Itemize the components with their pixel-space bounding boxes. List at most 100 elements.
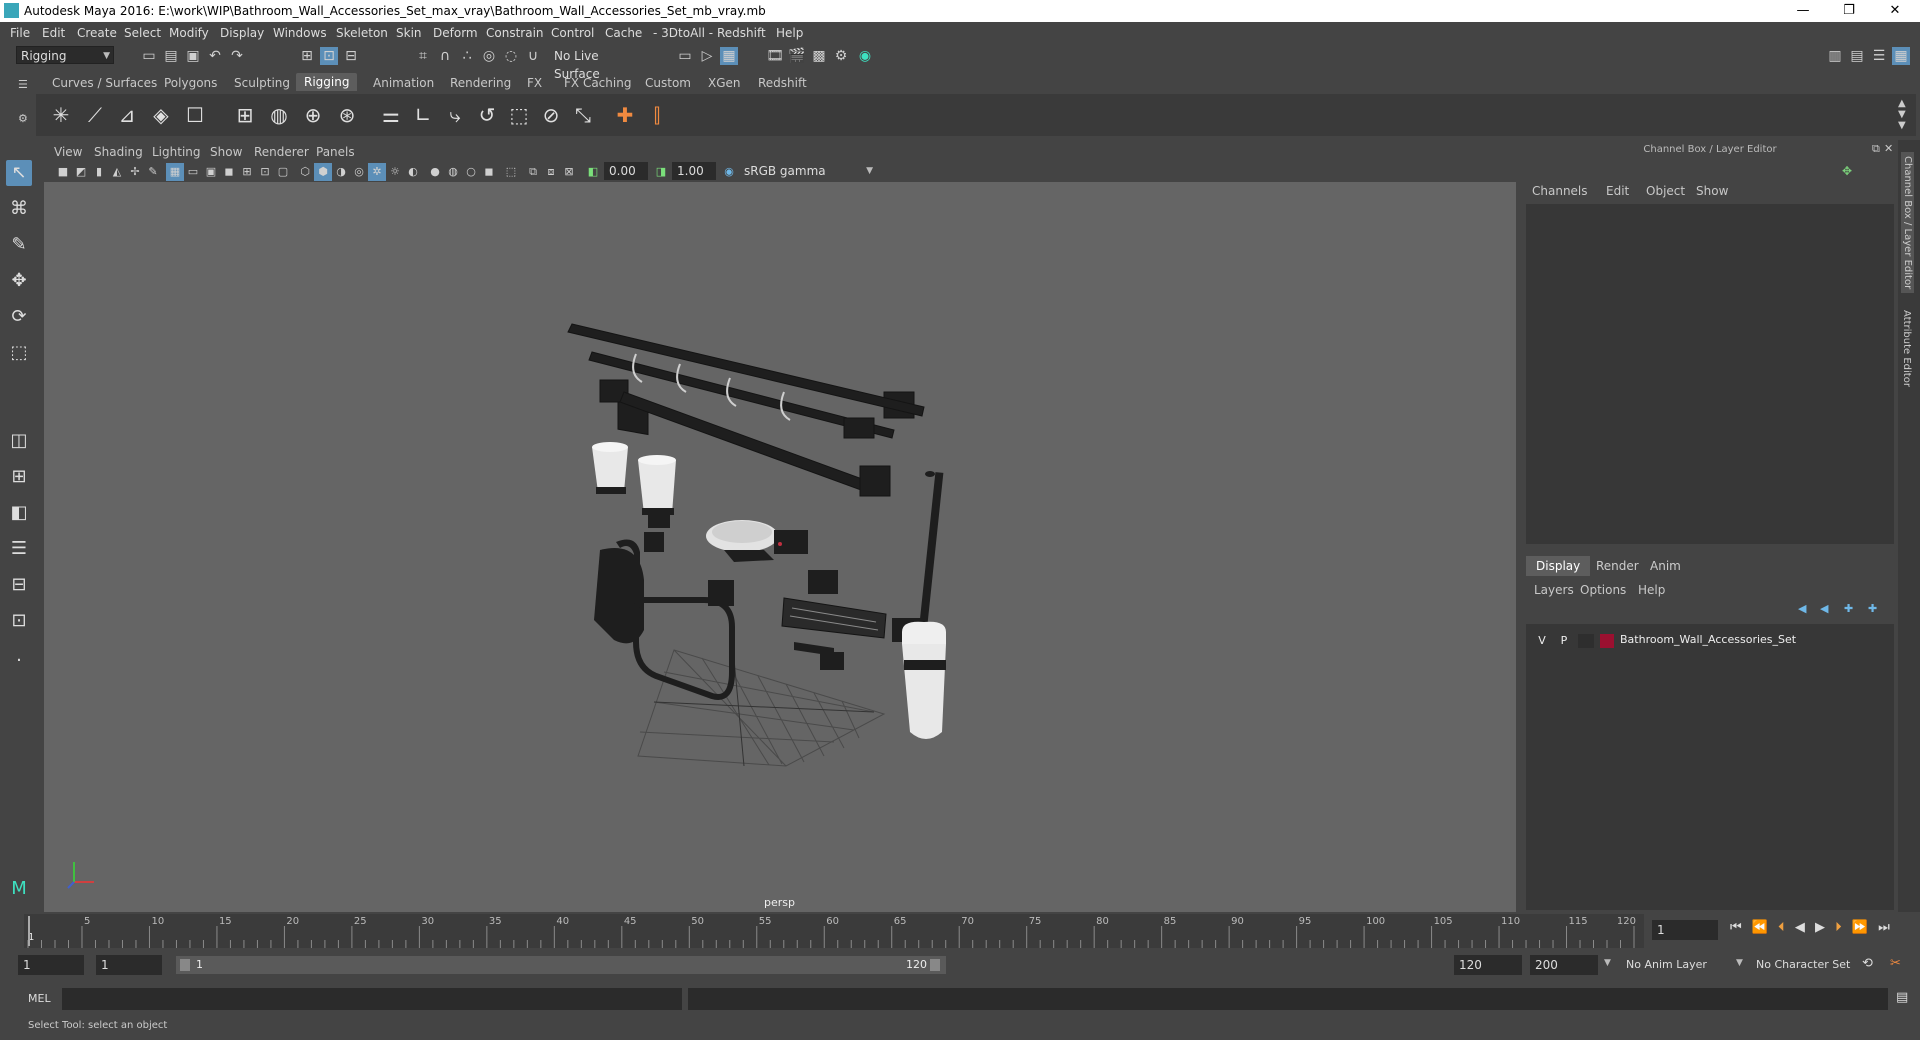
pole-vector-icon[interactable]: ⤡ [568, 100, 598, 130]
xray-joints-icon[interactable]: ⧉ [524, 163, 542, 181]
menu-help[interactable]: Help [776, 26, 803, 40]
resolution-gate-icon[interactable]: ▣ [202, 163, 220, 181]
select-hierarchy-icon[interactable]: ⊞ [298, 47, 316, 65]
use-all-lights-icon[interactable]: ✲ [368, 163, 386, 181]
safe-title-icon[interactable]: ▢ [274, 163, 292, 181]
live-surface-field[interactable]: No Live Surface [550, 47, 646, 81]
add-influence-icon[interactable]: ✚ [610, 100, 640, 130]
hik-character-icon[interactable]: ☐ [180, 100, 210, 130]
menu-redshift[interactable]: Redshift [717, 26, 766, 40]
restore-button[interactable]: ❐ [1826, 0, 1872, 22]
wrap-icon[interactable]: ⊕ [298, 100, 328, 130]
smooth-shade-icon[interactable]: ⬢ [314, 163, 332, 181]
tab-display-layers[interactable]: Display [1526, 556, 1591, 576]
prev-key-icon[interactable]: ⏴ [1778, 920, 1785, 935]
snap-grid-icon[interactable]: ⌗ [414, 47, 432, 65]
wireframe-on-shaded-icon[interactable]: ◑ [332, 163, 350, 181]
shelf-scroll-arrows-icon[interactable]: ▲ ▼ ▼ [1898, 98, 1906, 131]
panel-menu-renderer[interactable]: Renderer [254, 145, 309, 159]
single-pane-layout-icon[interactable]: ◫ [6, 428, 32, 454]
menu-create[interactable]: Create [77, 26, 117, 40]
move-tool-icon[interactable]: ✥ [6, 268, 32, 294]
close-button[interactable]: ✕ [1872, 0, 1918, 22]
tab-xgen[interactable]: XGen [708, 76, 741, 90]
float-panel-icon[interactable]: ⧉ [1872, 142, 1880, 156]
new-layer-selected-icon[interactable]: ✚ [1868, 602, 1877, 615]
aim-constraint-icon[interactable]: ⊘ [536, 100, 566, 130]
parent-constraint-icon[interactable]: ∟ [408, 100, 438, 130]
le-menu-options[interactable]: Options [1580, 583, 1626, 597]
open-scene-icon[interactable]: ▤ [162, 47, 180, 65]
tab-fx[interactable]: FX [527, 76, 542, 90]
layout-options-icon[interactable]: · [6, 648, 32, 674]
cb-menu-channels[interactable]: Channels [1532, 184, 1588, 198]
2d-pan-zoom-icon[interactable]: ✢ [126, 163, 144, 181]
xray-active-icon[interactable]: ⧈ [542, 163, 560, 181]
xray-icon[interactable]: ⬚ [502, 163, 520, 181]
close-panel-icon[interactable]: ✕ [1884, 142, 1893, 155]
tab-sculpting[interactable]: Sculpting [234, 76, 290, 90]
tab-animation[interactable]: Animation [373, 76, 434, 90]
scale-constraint-icon[interactable]: ⬚ [504, 100, 534, 130]
motion-blur-icon[interactable]: ● [426, 163, 444, 181]
snap-point-icon[interactable]: ∴ [458, 47, 476, 65]
snap-surface-icon[interactable]: ◌ [502, 47, 520, 65]
menu-skeleton[interactable]: Skeleton [336, 26, 388, 40]
anim-layer-label[interactable]: No Anim Layer [1626, 958, 1707, 971]
ipr-render-icon[interactable]: ▩ [810, 47, 828, 65]
auto-key-icon[interactable]: ⟲ [1862, 956, 1873, 971]
select-component-icon[interactable]: ⊟ [342, 47, 360, 65]
mode-selector[interactable]: Rigging ▼ [16, 46, 114, 64]
exposure-field[interactable]: 0.00 [604, 162, 648, 180]
side-tab-attribute-editor[interactable]: Attribute Editor [1901, 310, 1912, 387]
menu-display[interactable]: Display [220, 26, 264, 40]
anti-aliasing-icon[interactable]: ◍ [444, 163, 462, 181]
ik-handle-icon[interactable]: ⟋ [80, 100, 110, 130]
tab-fx-caching[interactable]: FX Caching [564, 76, 631, 90]
menu-edit[interactable]: Edit [42, 26, 65, 40]
layer-playback-toggle[interactable]: P [1556, 634, 1572, 647]
output-ops-icon[interactable]: ▷ [698, 47, 716, 65]
joint-tool-icon[interactable]: ✳ [46, 100, 76, 130]
lasso-tool-icon[interactable]: ⌘ [6, 196, 32, 222]
command-input[interactable] [62, 988, 682, 1010]
render-current-icon[interactable]: 🎬 [788, 47, 806, 65]
new-layer-icon[interactable]: ✚ [1844, 602, 1853, 615]
modeling-toolkit-icon[interactable]: ▥ [1826, 47, 1844, 65]
cb-menu-object[interactable]: Object [1646, 184, 1685, 198]
field-chart-icon[interactable]: ⊞ [238, 163, 256, 181]
cb-menu-edit[interactable]: Edit [1606, 184, 1629, 198]
menu-select[interactable]: Select [124, 26, 161, 40]
layer-color-swatch[interactable] [1600, 634, 1614, 648]
time-slider[interactable]: 5 10 15 20 25 30 35 40 45 50 55 60 65 70 75 80 85 90 95 100… [24, 914, 1644, 948]
animation-start-field[interactable]: 1 [18, 955, 84, 975]
menu-modify[interactable]: Modify [169, 26, 209, 40]
tab-rendering[interactable]: Rendering [450, 76, 511, 90]
blend-shape-icon[interactable]: ⊛ [332, 100, 362, 130]
range-end-handle[interactable] [930, 959, 940, 971]
film-gate-icon[interactable]: ▭ [184, 163, 202, 181]
tab-redshift[interactable]: Redshift [758, 76, 807, 90]
next-key-icon[interactable]: ⏵ [1835, 920, 1842, 935]
panel-menu-view[interactable]: View [54, 145, 82, 159]
chevron-down-icon[interactable]: ▼ [1604, 958, 1611, 968]
perspective-viewport[interactable]: persp [44, 182, 1516, 912]
menu-control[interactable]: Control [551, 26, 594, 40]
bookmark-icon[interactable]: ▮ [90, 163, 108, 181]
range-slider[interactable]: 1 120 [176, 956, 946, 974]
hypershade-icon[interactable]: ◉ [856, 47, 874, 65]
isolate-select-icon[interactable]: ◼ [480, 163, 498, 181]
step-forward-icon[interactable]: ⏩ [1852, 920, 1868, 935]
point-constraint-icon[interactable]: ⤷ [440, 100, 470, 130]
current-frame-field[interactable]: 1 [1652, 920, 1718, 940]
move-layer-up-icon[interactable]: ◀ [1798, 602, 1806, 615]
le-menu-help[interactable]: Help [1638, 583, 1665, 597]
safe-action-icon[interactable]: ⊡ [256, 163, 274, 181]
range-start-handle[interactable] [180, 959, 190, 971]
go-to-start-icon[interactable]: ⏮ [1730, 920, 1742, 935]
panel-menu-shading[interactable]: Shading [94, 145, 143, 159]
cluster-icon[interactable]: ⊞ [230, 100, 260, 130]
grease-pencil-icon[interactable]: ✎ [144, 163, 162, 181]
shelf-menu-icon[interactable]: ☰ [18, 78, 30, 91]
snap-magnet-icon[interactable]: ∪ [524, 47, 542, 65]
